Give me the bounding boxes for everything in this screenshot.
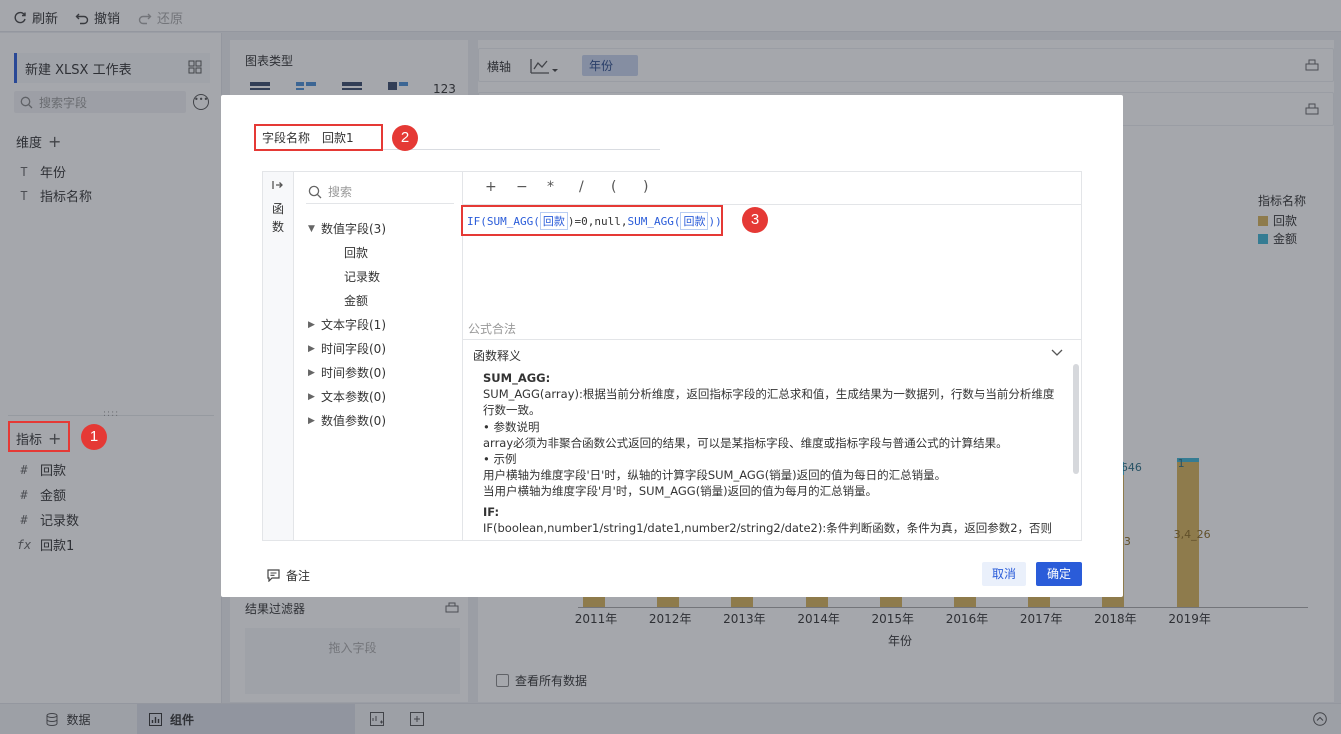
chevron-down-icon[interactable]	[1049, 344, 1065, 360]
explain-line: 用户横轴为维度字段'日'时，纵轴的计算字段SUM_AGG(销量)返回的值为每日的…	[483, 468, 947, 483]
explanation-title: 函数释义	[473, 349, 522, 363]
note-label: 备注	[286, 569, 311, 583]
scrollbar-thumb[interactable]	[1073, 364, 1079, 474]
formula-valid-status: 公式合法	[468, 322, 517, 336]
explain-line: • 示例	[483, 452, 517, 467]
tree-group[interactable]: ▶ 文本参数(0)	[308, 388, 386, 405]
tree-group-label: 时间字段(0)	[321, 342, 386, 356]
tree-group-label: 数值参数(0)	[321, 414, 386, 428]
tree-leaf-label: 回款	[344, 246, 369, 260]
tree-leaf-label: 记录数	[344, 270, 381, 284]
tree-group-label: 数值字段(3)	[321, 222, 386, 236]
note-button[interactable]: 备注	[267, 567, 310, 584]
tree-group-label: 时间参数(0)	[321, 366, 386, 380]
function-tab-label: 函数	[271, 202, 284, 234]
explain-line: SUM_AGG:	[483, 371, 551, 385]
caret-right-icon: ▶	[308, 343, 315, 354]
explain-line: SUM_AGG(array):根据当前分析维度，返回指标字段的汇总求和值，生成结…	[483, 387, 1055, 418]
tree-group[interactable]: ▶ 文本字段(1)	[308, 316, 386, 333]
right-paren-operator[interactable]: )	[643, 179, 648, 195]
tree-leaf[interactable]: 金额	[344, 292, 368, 309]
multiply-operator[interactable]: *	[547, 179, 554, 195]
caret-right-icon: ▶	[308, 415, 315, 426]
tree-group[interactable]: ▶ 时间参数(0)	[308, 364, 386, 381]
annotation-box-field-name	[254, 124, 383, 151]
explain-line: 当用户横轴为维度字段'月'时，SUM_AGG(销量)返回的值为每月的汇总销量。	[483, 484, 878, 499]
tree-leaf[interactable]: 回款	[344, 244, 368, 261]
explain-line: IF:	[483, 504, 500, 519]
tree-search-input[interactable]: 搜索	[306, 180, 454, 204]
search-icon	[308, 185, 322, 198]
annotation-badge-3: 3	[742, 207, 768, 233]
tree-leaf-label: 金额	[344, 294, 369, 308]
explain-line: IF(boolean,number1/string1/date1,number2…	[483, 520, 1053, 535]
caret-right-icon: ▶	[308, 319, 315, 330]
function-explanation: 函数释义 SUM_AGG: SUM_AGG(array):根据当前分析维度，返回…	[463, 339, 1081, 540]
annotation-badge-2: 2	[392, 125, 418, 151]
caret-down-icon: ▼	[308, 223, 315, 234]
operator-bar: + − * / ( )	[463, 172, 1081, 205]
annotation-box-measures	[8, 421, 70, 452]
annotation-badge-1: 1	[81, 424, 107, 450]
explain-line: array必须为非聚合函数公式返回的结果，可以是某指标字段、维度或指标字段与普通…	[483, 435, 1008, 450]
divide-operator[interactable]: /	[579, 179, 584, 195]
plus-operator[interactable]: +	[485, 179, 497, 195]
caret-right-icon: ▶	[308, 391, 315, 402]
confirm-button[interactable]: 确定	[1036, 562, 1082, 586]
tree-group-numeric[interactable]: ▼ 数值字段(3)	[308, 220, 386, 237]
add-calculated-field-dialog: 字段名称 回款1 函数 搜索 ▼ 数值字段(3) 回款 记录数 金额 ▶ 文本字段(…	[221, 95, 1123, 597]
explain-line: • 参数说明	[483, 419, 540, 434]
tree-leaf[interactable]: 记录数	[344, 268, 380, 285]
tree-group-label: 文本参数(0)	[321, 390, 386, 404]
left-paren-operator[interactable]: (	[611, 179, 616, 195]
tree-group-label: 文本字段(1)	[321, 318, 386, 332]
field-tree: 搜索 ▼ 数值字段(3) 回款 记录数 金额 ▶ 文本字段(1) ▶ 时间字段(0) …	[294, 172, 463, 540]
expand-panel-icon[interactable]	[272, 180, 284, 190]
function-tab[interactable]: 函数	[263, 172, 294, 540]
explanation-body: SUM_AGG: SUM_AGG(array):根据当前分析维度，返回指标字段的…	[483, 370, 1063, 536]
annotation-box-formula	[461, 205, 723, 236]
tree-group[interactable]: ▶ 数值参数(0)	[308, 412, 386, 429]
minus-operator[interactable]: −	[516, 179, 528, 195]
tree-search-placeholder: 搜索	[328, 185, 353, 199]
tree-group[interactable]: ▶ 时间字段(0)	[308, 340, 386, 357]
cancel-button[interactable]: 取消	[982, 562, 1026, 586]
caret-right-icon: ▶	[308, 367, 315, 378]
comment-icon	[267, 569, 280, 582]
